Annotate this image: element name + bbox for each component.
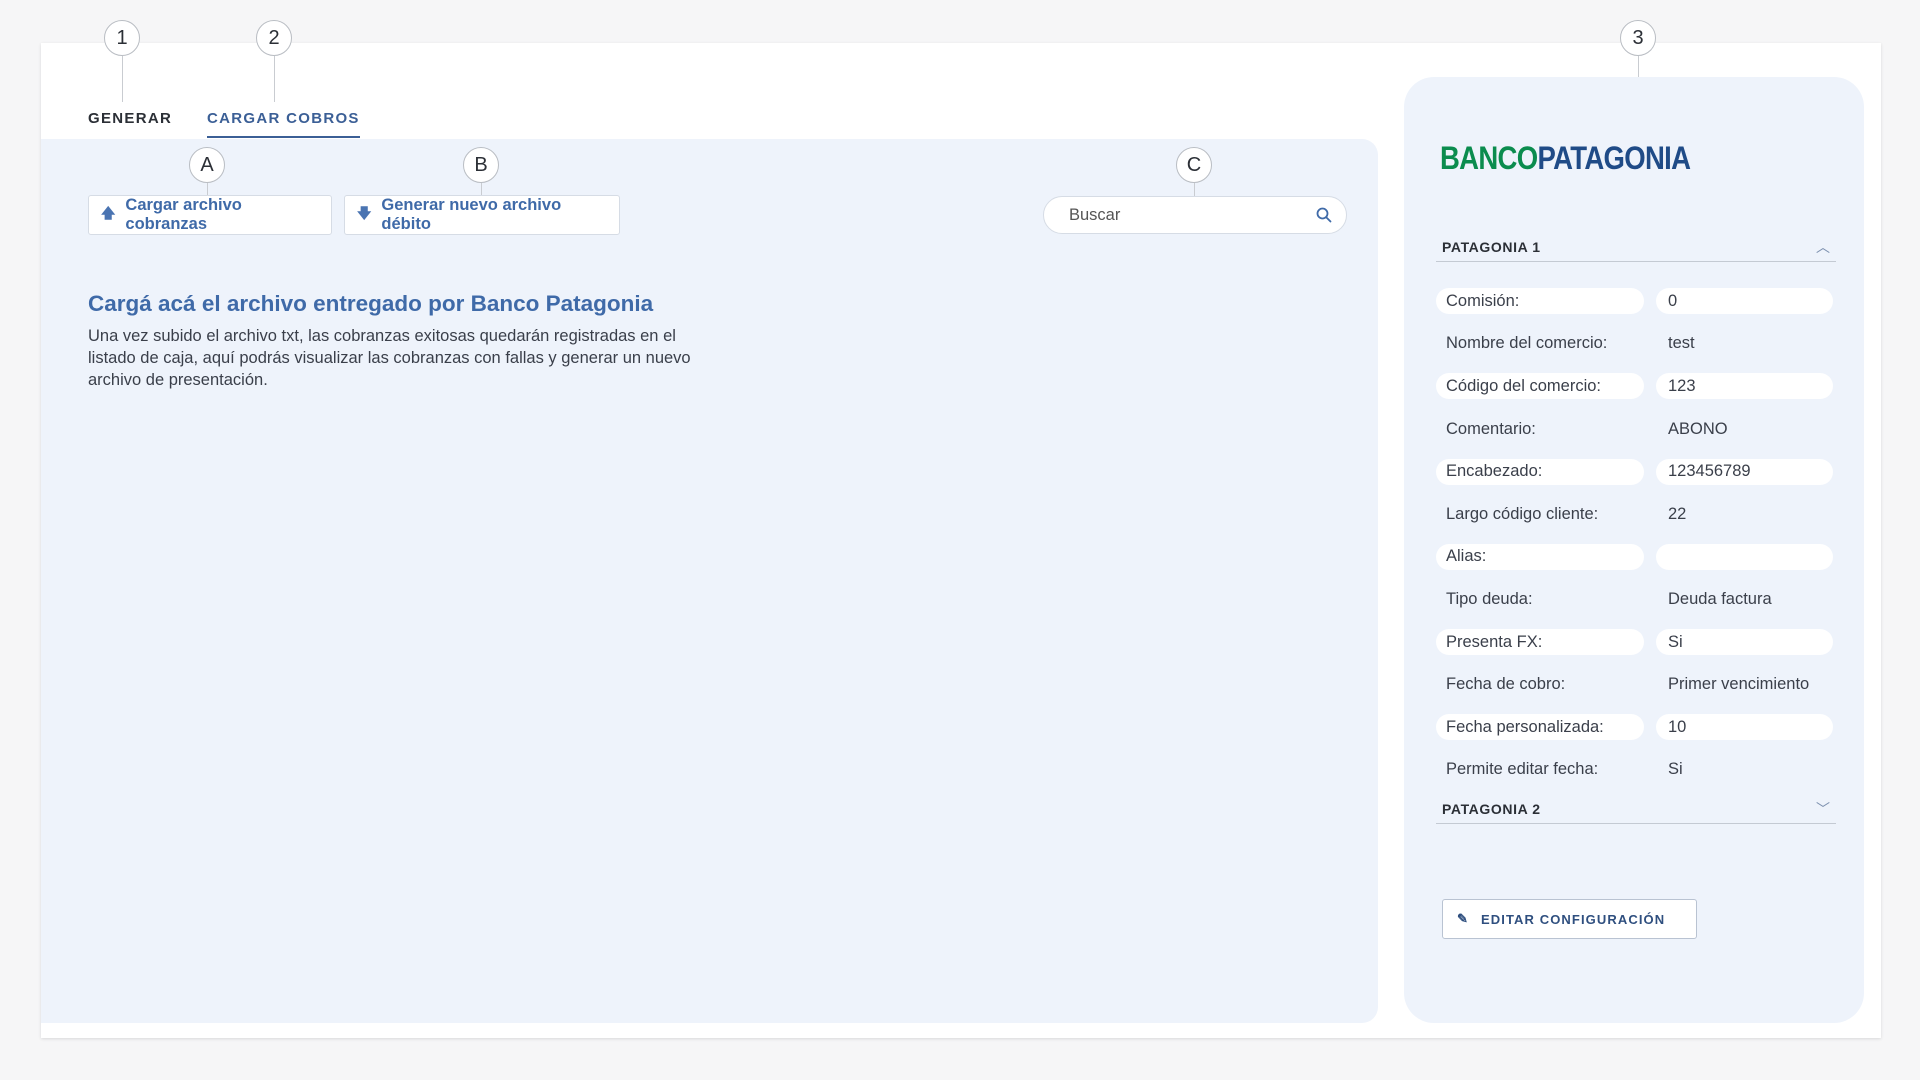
config-value: Si bbox=[1668, 760, 1683, 779]
edit-configuration-button[interactable]: ✎ EDITAR CONFIGURACIÓN bbox=[1442, 899, 1697, 939]
config-row-tipo-deuda: Tipo deuda: Deuda factura bbox=[1436, 578, 1836, 621]
callout-line-c bbox=[1194, 181, 1195, 196]
intro-title: Cargá acá el archivo entregado por Banco… bbox=[88, 291, 654, 316]
arrow-down-icon: 🡇 bbox=[357, 205, 372, 221]
config-value: test bbox=[1668, 334, 1695, 353]
config-value: 123456789 bbox=[1656, 458, 1833, 485]
accordion-title: PATAGONIA 1 bbox=[1442, 238, 1541, 255]
upload-collections-button[interactable]: 🡅 Cargar archivo cobranzas bbox=[88, 195, 332, 235]
chevron-up-icon: ︿ bbox=[1816, 238, 1830, 255]
callout-marker-c: C bbox=[1176, 147, 1212, 183]
callout-marker-2: 2 bbox=[256, 20, 292, 56]
generate-debit-file-label: Generar nuevo archivo débito bbox=[381, 196, 562, 233]
search-box bbox=[1043, 196, 1347, 234]
config-label: Largo código cliente: bbox=[1446, 504, 1599, 523]
upload-collections-label: Cargar archivo cobranzas bbox=[125, 196, 242, 233]
logo-text-patagonia: PATAGONIA bbox=[1537, 140, 1691, 176]
main-content-panel bbox=[41, 139, 1378, 1023]
banco-patagonia-logo: BANCOPATAGONIA bbox=[1440, 140, 1691, 177]
tab-cargar-cobros[interactable]: CARGAR COBROS bbox=[207, 100, 360, 138]
callout-marker-b: B bbox=[463, 147, 499, 183]
callout-marker-1: 1 bbox=[104, 20, 140, 56]
config-label: Comisión: bbox=[1436, 288, 1644, 315]
intro-description: Una vez subido el archivo txt, las cobra… bbox=[88, 327, 691, 389]
config-value: 123 bbox=[1656, 373, 1833, 400]
config-row-comision: Comisión: 0 bbox=[1436, 280, 1836, 323]
config-label: Nombre del comercio: bbox=[1446, 334, 1608, 353]
config-value bbox=[1656, 543, 1833, 570]
config-label: Permite editar fecha: bbox=[1446, 760, 1599, 779]
config-row-fecha-cobro: Fecha de cobro: Primer vencimiento bbox=[1436, 663, 1836, 706]
config-label: Código del comercio: bbox=[1436, 373, 1644, 400]
config-row-presenta-fx: Presenta FX: Si bbox=[1436, 621, 1836, 664]
accordion-patagonia-1[interactable]: PATAGONIA 1 ︿ bbox=[1436, 232, 1836, 262]
config-value: 0 bbox=[1656, 288, 1833, 315]
callout-line-3 bbox=[1638, 56, 1639, 78]
config-label: Fecha personalizada: bbox=[1436, 714, 1644, 741]
chevron-down-icon: ﹀ bbox=[1816, 800, 1830, 817]
edit-configuration-label: EDITAR CONFIGURACIÓN bbox=[1481, 911, 1666, 927]
search-icon[interactable] bbox=[1316, 207, 1332, 223]
callout-line-b bbox=[481, 181, 482, 196]
config-row-encabezado: Encabezado: 123456789 bbox=[1436, 450, 1836, 493]
config-label: Encabezado: bbox=[1436, 458, 1644, 485]
accordion-title: PATAGONIA 2 bbox=[1442, 800, 1541, 817]
config-label: Fecha de cobro: bbox=[1446, 675, 1566, 694]
tab-bar: GENERAR CARGAR COBROS bbox=[88, 100, 360, 138]
config-row-nombre-comercio: Nombre del comercio: test bbox=[1436, 323, 1836, 366]
config-label: Alias: bbox=[1436, 543, 1644, 570]
arrow-up-icon: 🡅 bbox=[101, 205, 116, 221]
search-input[interactable] bbox=[1069, 205, 1316, 225]
config-row-comentario: Comentario: ABONO bbox=[1436, 408, 1836, 451]
config-row-codigo-comercio: Código del comercio: 123 bbox=[1436, 365, 1836, 408]
accordion-patagonia-2[interactable]: PATAGONIA 2 ﹀ bbox=[1436, 794, 1836, 824]
logo-text-banco: BANCO bbox=[1440, 140, 1538, 176]
config-row-fecha-personalizada: Fecha personalizada: 10 bbox=[1436, 706, 1836, 749]
config-row-alias: Alias: bbox=[1436, 536, 1836, 579]
callout-marker-a: A bbox=[189, 147, 225, 183]
config-value: ABONO bbox=[1668, 419, 1728, 438]
callout-line-a bbox=[207, 181, 208, 196]
config-value: Si bbox=[1656, 629, 1833, 656]
callout-marker-3: 3 bbox=[1620, 20, 1656, 56]
config-label: Presenta FX: bbox=[1436, 629, 1644, 656]
pencil-icon: ✎ bbox=[1457, 911, 1469, 926]
config-label: Tipo deuda: bbox=[1446, 589, 1533, 608]
config-value: Deuda factura bbox=[1668, 589, 1772, 608]
config-row-permite-editar-fecha: Permite editar fecha: Si bbox=[1436, 749, 1836, 792]
config-label: Comentario: bbox=[1446, 419, 1536, 438]
config-row-largo-codigo: Largo código cliente: 22 bbox=[1436, 493, 1836, 536]
tab-generar[interactable]: GENERAR bbox=[88, 100, 207, 138]
callout-line-2 bbox=[274, 56, 275, 102]
generate-debit-file-button[interactable]: 🡇 Generar nuevo archivo débito bbox=[344, 195, 620, 235]
config-value: 10 bbox=[1656, 714, 1833, 741]
config-rows: Comisión: 0 Nombre del comercio: test Có… bbox=[1436, 280, 1836, 791]
config-value: Primer vencimiento bbox=[1668, 675, 1810, 694]
callout-line-1 bbox=[122, 56, 123, 102]
config-value: 22 bbox=[1668, 504, 1687, 523]
